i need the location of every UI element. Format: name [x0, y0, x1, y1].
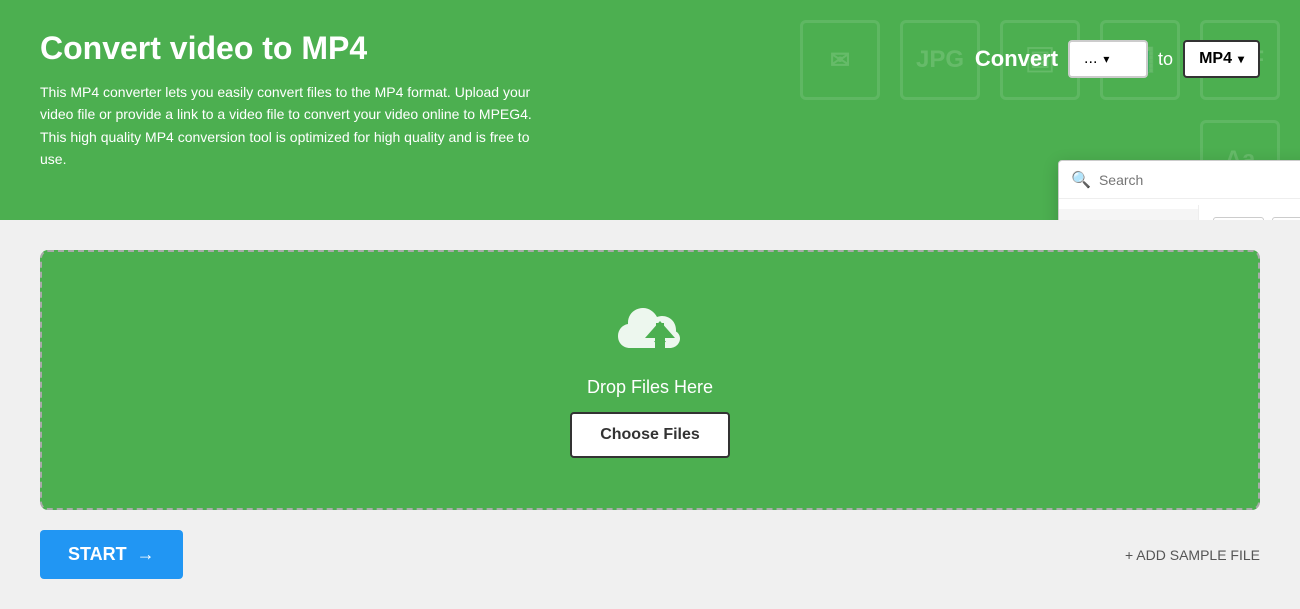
category-label-archive: Archive — [1077, 218, 1128, 220]
convert-label: Convert — [975, 46, 1058, 72]
top-section: ✉ JPG 🖼 📊 PDF Aa Convert video to MP4 Th… — [0, 0, 1300, 220]
bottom-bar: START → + ADD SAMPLE FILE — [40, 530, 1260, 579]
main-content: Drop Files Here Choose Files START → + A… — [0, 220, 1300, 609]
format-grid: 3G2 3GP AVI FLV MKV MOV MP4 MPG OGV WEBM… — [1199, 205, 1300, 220]
target-format-value: MP4 — [1199, 50, 1232, 68]
page-description: This MP4 converter lets you easily conve… — [40, 81, 540, 171]
search-icon: 🔍 — [1071, 170, 1091, 190]
cloud-upload-icon — [610, 303, 690, 363]
target-format-dropdown[interactable]: MP4 ▾ — [1183, 40, 1260, 78]
start-button[interactable]: START → — [40, 530, 183, 579]
add-sample-link[interactable]: + ADD SAMPLE FILE — [1125, 547, 1260, 563]
format-3gp[interactable]: 3GP — [1272, 217, 1300, 220]
bg-icon-jpg: JPG — [900, 20, 980, 100]
format-dropdown-panel: 🔍 ✕ Archive Audio Cad — [1058, 160, 1300, 220]
start-arrow-icon: → — [137, 544, 155, 565]
source-chevron-icon: ▾ — [1103, 52, 1109, 66]
to-label: to — [1158, 49, 1173, 70]
drop-files-text: Drop Files Here — [587, 377, 713, 398]
start-label: START — [68, 544, 127, 565]
category-list: Archive Audio Cad Device Document — [1059, 205, 1199, 220]
bg-icon-email: ✉ — [800, 20, 880, 100]
dropdown-body: Archive Audio Cad Device Document — [1059, 205, 1300, 220]
upload-area[interactable]: Drop Files Here Choose Files — [40, 250, 1260, 510]
category-item-archive[interactable]: Archive — [1059, 209, 1198, 220]
converter-bar: Convert ... ▾ 🔍 ✕ Archive — [975, 40, 1260, 78]
choose-files-button[interactable]: Choose Files — [570, 412, 730, 458]
format-3g2[interactable]: 3G2 — [1213, 217, 1264, 220]
target-chevron-icon: ▾ — [1238, 52, 1244, 66]
source-format-value: ... — [1084, 50, 1097, 68]
source-format-dropdown[interactable]: ... ▾ — [1068, 40, 1148, 78]
search-input[interactable] — [1099, 172, 1300, 188]
search-bar: 🔍 ✕ — [1059, 161, 1300, 199]
